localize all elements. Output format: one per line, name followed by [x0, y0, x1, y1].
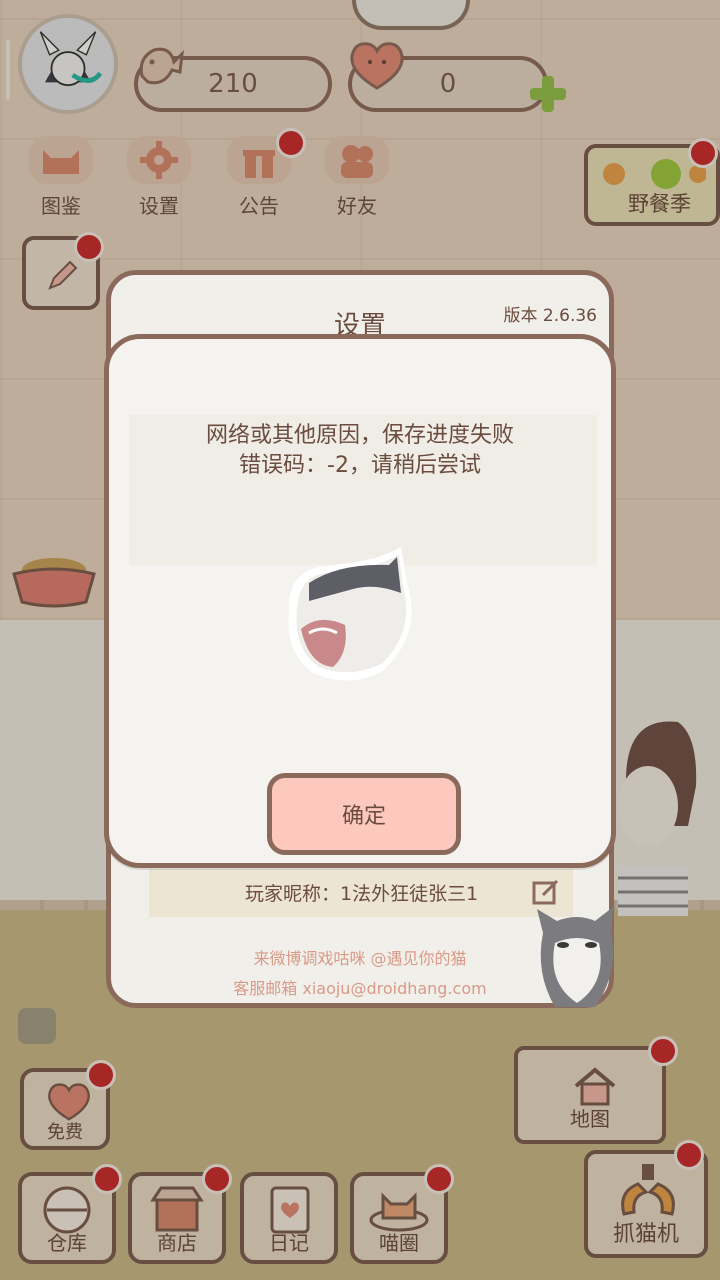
- yawning-cat-image: [288, 547, 412, 681]
- nickname-row: 玩家昵称：1法外狂徒张三1: [149, 869, 573, 917]
- confirm-button[interactable]: 确定: [267, 773, 461, 855]
- error-dialog: 网络或其他原因，保存进度失败 错误码：-2，请稍后尝试 确定: [104, 334, 616, 868]
- dialog-message: 网络或其他原因，保存进度失败 错误码：-2，请稍后尝试: [109, 421, 611, 481]
- cat-photo-decoration: [537, 907, 613, 1007]
- dialog-message-line1: 网络或其他原因，保存进度失败: [205, 423, 514, 448]
- dialog-message-line2: 错误码：-2，请稍后尝试: [239, 453, 481, 478]
- version-label: 版本 2.6.36: [503, 306, 597, 326]
- nickname-text: 玩家昵称：1法外狂徒张三1: [245, 883, 479, 905]
